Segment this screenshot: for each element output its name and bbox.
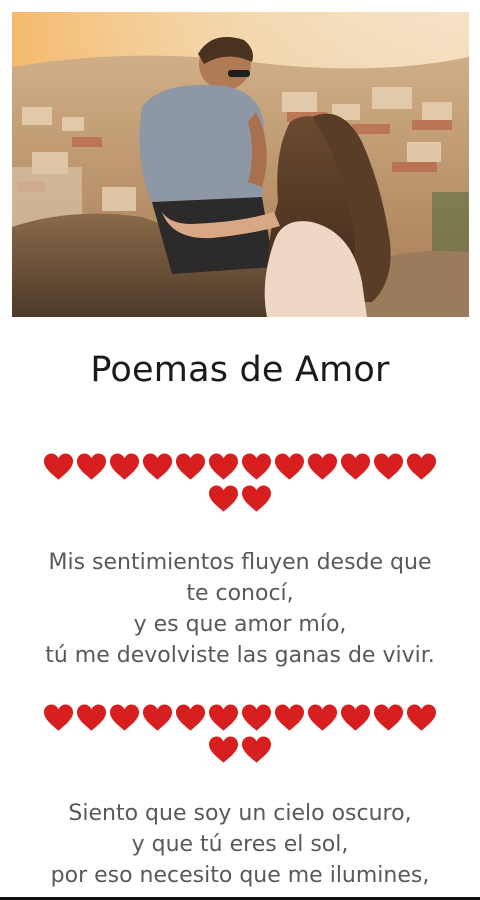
red-heart-icon: [340, 704, 371, 731]
red-heart-icon: [406, 453, 437, 480]
red-heart-icon: [43, 704, 74, 731]
red-heart-icon: [76, 704, 107, 731]
red-heart-icon: [406, 704, 437, 731]
red-heart-icon: [208, 736, 239, 763]
red-heart-icon: [241, 485, 272, 512]
red-heart-icon: [241, 736, 272, 763]
heart-separator: [30, 703, 450, 765]
red-heart-icon: [307, 704, 338, 731]
red-heart-icon: [208, 485, 239, 512]
page-title: Poemas de Amor: [90, 350, 390, 390]
red-heart-icon: [307, 453, 338, 480]
poem-line: por eso necesito que me ilumines,: [50, 863, 430, 888]
red-heart-icon: [340, 453, 371, 480]
red-heart-icon: [274, 453, 305, 480]
red-heart-icon: [142, 453, 173, 480]
couple-photo: [12, 12, 469, 317]
red-heart-icon: [241, 453, 272, 480]
heart-separator: [30, 452, 450, 514]
red-heart-icon: [373, 704, 404, 731]
poem-line: tú me devolviste las ganas de vivir.: [45, 643, 435, 668]
poem-line: y que tú eres el sol,: [131, 832, 349, 857]
red-heart-icon: [208, 704, 239, 731]
red-heart-icon: [208, 453, 239, 480]
red-heart-icon: [109, 704, 140, 731]
red-heart-icon: [274, 704, 305, 731]
red-heart-icon: [142, 704, 173, 731]
red-heart-icon: [373, 453, 404, 480]
red-heart-icon: [109, 453, 140, 480]
couple-photo-illustration: [12, 12, 469, 317]
red-heart-icon: [76, 453, 107, 480]
red-heart-icon: [175, 453, 206, 480]
poem-line: Mis sentimientos fluyen desde que: [48, 550, 432, 575]
red-heart-icon: [241, 704, 272, 731]
app-screen: Poemas de Amor Mis sentimientos fluyen d…: [0, 0, 480, 900]
red-heart-icon: [43, 453, 74, 480]
red-heart-icon: [175, 704, 206, 731]
poem-line: y es que amor mío,: [133, 612, 347, 637]
poem-line: Siento que soy un cielo oscuro,: [68, 801, 412, 826]
poem-verse: Siento que soy un cielo oscuro, y que tú …: [20, 798, 460, 891]
poem-line: te conocí,: [186, 581, 294, 606]
poem-verse: Mis sentimientos fluyen desde que te cono…: [20, 547, 460, 671]
